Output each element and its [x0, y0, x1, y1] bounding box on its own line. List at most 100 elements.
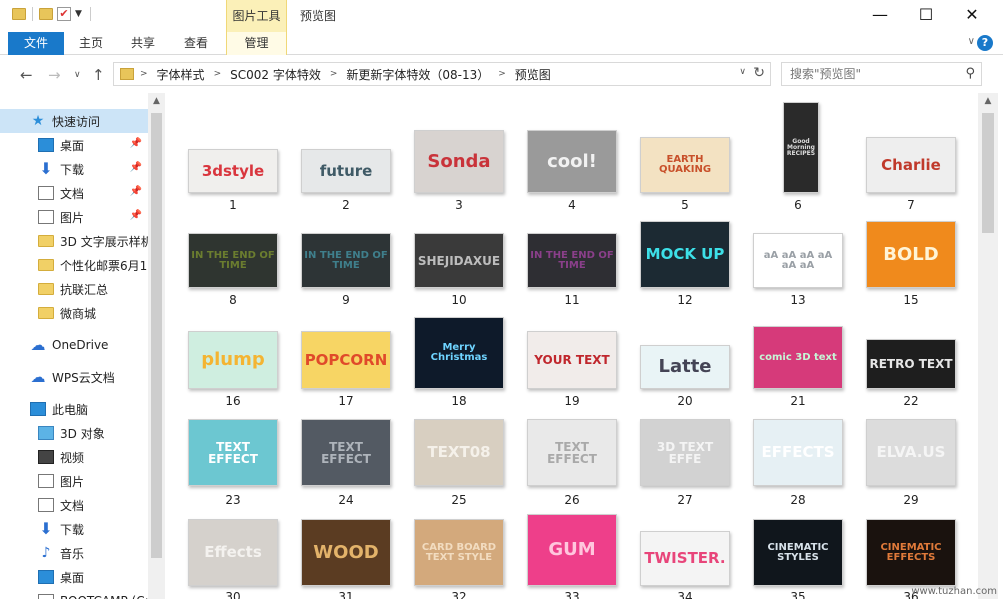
- breadcrumb-item[interactable]: 字体样式: [157, 66, 205, 83]
- file-name-label[interactable]: 29: [866, 493, 956, 507]
- sidebar-item[interactable]: 抗联汇总: [0, 277, 148, 301]
- sidebar-item[interactable]: 视频: [0, 445, 148, 469]
- sidebar-item[interactable]: ⬇ 下载 📌: [0, 157, 148, 181]
- forward-arrow-icon[interactable]: →: [48, 66, 61, 84]
- file-name-label[interactable]: 18: [414, 394, 504, 408]
- file-name-label[interactable]: 21: [753, 394, 843, 408]
- sidebar-item[interactable]: 桌面 📌: [0, 133, 148, 157]
- file-thumbnail[interactable]: WOOD: [301, 519, 391, 586]
- file-name-label[interactable]: 32: [414, 590, 504, 599]
- file-name-label[interactable]: 11: [527, 293, 617, 307]
- file-name-label[interactable]: 24: [301, 493, 391, 507]
- back-arrow-icon[interactable]: ←: [20, 66, 33, 84]
- chevron-right-icon[interactable]: >: [140, 69, 148, 79]
- file-thumbnail[interactable]: Charlie: [866, 137, 956, 193]
- file-name-label[interactable]: 1: [188, 198, 278, 212]
- pin-icon[interactable]: 📌: [130, 162, 142, 173]
- file-thumbnail[interactable]: Latte: [640, 345, 730, 389]
- pin-icon[interactable]: 📌: [130, 138, 142, 149]
- file-name-label[interactable]: 19: [527, 394, 617, 408]
- tab-view[interactable]: 查看: [170, 32, 222, 55]
- sidebar-scroll-thumb[interactable]: [151, 113, 162, 558]
- file-thumbnail[interactable]: TEXT EFFECT: [301, 419, 391, 486]
- file-name-label[interactable]: 12: [640, 293, 730, 307]
- sidebar-item[interactable]: 个性化邮票6月1: [0, 253, 148, 277]
- file-thumbnail[interactable]: IN THE END OF TIME: [188, 233, 278, 288]
- file-name-label[interactable]: 10: [414, 293, 504, 307]
- up-arrow-icon[interactable]: ↑: [92, 66, 105, 84]
- file-thumbnail[interactable]: CARD BOARD TEXT STYLE: [414, 519, 504, 586]
- breadcrumb-item[interactable]: SC002 字体特效: [230, 66, 321, 83]
- content-scrollbar[interactable]: ▲: [978, 93, 998, 599]
- folder-icon[interactable]: [12, 8, 26, 20]
- new-folder-icon[interactable]: [39, 8, 53, 20]
- expand-ribbon-icon[interactable]: ∨: [968, 36, 975, 47]
- file-name-label[interactable]: 22: [866, 394, 956, 408]
- breadcrumb-item-current[interactable]: 预览图: [515, 66, 551, 83]
- sidebar-item[interactable]: ★ 快速访问: [0, 109, 148, 133]
- sidebar-item[interactable]: ⬇ 下载: [0, 517, 148, 541]
- file-name-label[interactable]: 4: [527, 198, 617, 212]
- chevron-right-icon[interactable]: >: [498, 69, 506, 79]
- sidebar-item[interactable]: 桌面: [0, 565, 148, 589]
- address-bar[interactable]: > 字体样式 > SC002 字体特效 > 新更新字体特效（08-13） > 预…: [113, 62, 771, 86]
- refresh-icon[interactable]: ↻: [753, 65, 765, 81]
- file-thumbnail[interactable]: ELVA.US: [866, 419, 956, 486]
- file-thumbnail[interactable]: EFFECTS: [753, 419, 843, 486]
- file-name-label[interactable]: 20: [640, 394, 730, 408]
- close-button[interactable]: ✕: [949, 0, 995, 30]
- file-thumbnail[interactable]: Merry Christmas: [414, 317, 504, 389]
- sidebar-item[interactable]: 3D 文字展示样机: [0, 229, 148, 253]
- tab-manage[interactable]: 管理: [226, 32, 287, 55]
- sidebar-item[interactable]: ♪ 音乐: [0, 541, 148, 565]
- tab-share[interactable]: 共享: [118, 32, 168, 55]
- content-scroll-thumb[interactable]: [982, 113, 994, 233]
- sidebar-item[interactable]: 文档: [0, 493, 148, 517]
- file-thumbnail[interactable]: TEXT EFFECT: [188, 419, 278, 486]
- file-thumbnail[interactable]: Sonda: [414, 130, 504, 193]
- file-thumbnail[interactable]: EARTH QUAKING: [640, 137, 730, 193]
- search-box[interactable]: ⚲: [781, 62, 982, 86]
- file-name-label[interactable]: 8: [188, 293, 278, 307]
- pin-icon[interactable]: 📌: [130, 186, 142, 197]
- sidebar-scrollbar[interactable]: ▲: [148, 93, 165, 599]
- file-name-label[interactable]: 17: [301, 394, 391, 408]
- sidebar-item[interactable]: BOOTCAMP (C:: [0, 589, 148, 599]
- file-name-label[interactable]: 6: [753, 198, 843, 212]
- file-thumbnail[interactable]: POPCORN: [301, 331, 391, 389]
- properties-icon[interactable]: ✔: [57, 7, 71, 21]
- file-name-label[interactable]: 35: [753, 590, 843, 599]
- address-dropdown-icon[interactable]: ∨: [739, 67, 746, 77]
- maximize-button[interactable]: ☐: [903, 0, 949, 30]
- file-thumbnail[interactable]: CINEMATIC STYLES: [753, 519, 843, 586]
- breadcrumb-item[interactable]: 新更新字体特效（08-13）: [346, 66, 489, 83]
- file-thumbnail[interactable]: YOUR TEXT: [527, 331, 617, 389]
- file-name-label[interactable]: 23: [188, 493, 278, 507]
- file-name-label[interactable]: 7: [866, 198, 956, 212]
- file-thumbnail[interactable]: 3dstyle: [188, 149, 278, 193]
- file-name-label[interactable]: 2: [301, 198, 391, 212]
- file-thumbnail[interactable]: cool!: [527, 130, 617, 193]
- file-thumbnail[interactable]: TEXT08: [414, 419, 504, 486]
- file-name-label[interactable]: 3: [414, 198, 504, 212]
- file-thumbnail[interactable]: IN THE END OF TIME: [527, 233, 617, 288]
- file-thumbnail[interactable]: BOLD: [866, 221, 956, 288]
- customize-qat-icon[interactable]: ▼: [75, 9, 82, 19]
- tab-home[interactable]: 主页: [66, 32, 116, 55]
- file-thumbnail[interactable]: future: [301, 149, 391, 193]
- help-icon[interactable]: ?: [977, 35, 993, 51]
- file-thumbnail[interactable]: IN THE END OF TIME: [301, 233, 391, 288]
- file-thumbnail[interactable]: TWISTER.: [640, 531, 730, 586]
- file-thumbnail[interactable]: aA aA aA aA aA aA: [753, 233, 843, 288]
- file-name-label[interactable]: 27: [640, 493, 730, 507]
- minimize-button[interactable]: —: [857, 0, 903, 30]
- file-name-label[interactable]: 16: [188, 394, 278, 408]
- tab-file[interactable]: 文件: [8, 32, 64, 55]
- file-thumbnail[interactable]: 3D TEXT EFFE: [640, 419, 730, 486]
- file-name-label[interactable]: 13: [753, 293, 843, 307]
- file-thumbnail[interactable]: comic 3D text: [753, 326, 843, 389]
- file-name-label[interactable]: 26: [527, 493, 617, 507]
- file-name-label[interactable]: 25: [414, 493, 504, 507]
- file-name-label[interactable]: 33: [527, 590, 617, 599]
- search-icon[interactable]: ⚲: [965, 66, 975, 81]
